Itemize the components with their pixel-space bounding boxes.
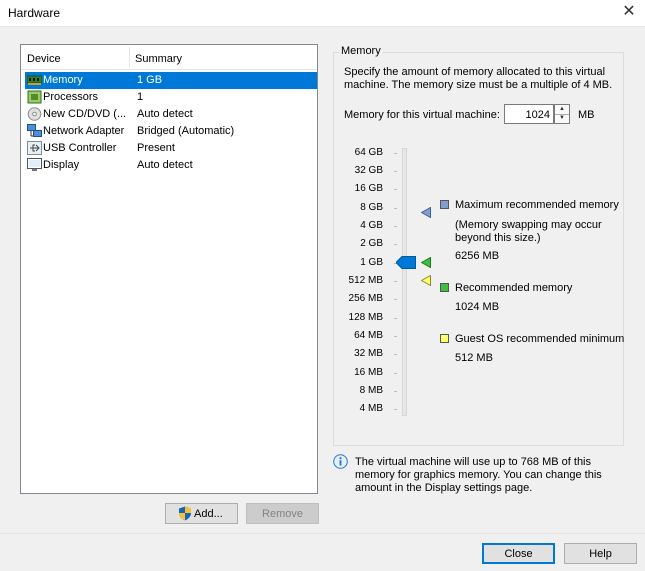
- device-summary: 1: [137, 91, 144, 103]
- device-summary: Present: [137, 142, 175, 154]
- info-icon: [333, 454, 348, 469]
- scale-label-16mb: 16 MB: [354, 367, 383, 378]
- help-button[interactable]: Help: [564, 543, 637, 564]
- recommended-value: 1024 MB: [455, 301, 500, 313]
- max-recommended-note: (Memory swapping may occur beyond this s…: [455, 219, 602, 244]
- scale-label-128mb: 128 MB: [348, 312, 383, 323]
- device-name: Display: [43, 159, 80, 171]
- scale-tick: [394, 391, 397, 392]
- device-row-cd-dvd[interactable]: New CD/DVD (... Auto detect: [25, 106, 317, 123]
- scale-label-64mb: 64 MB: [354, 330, 383, 341]
- scale-tick: [394, 299, 397, 300]
- scale-label-4gb: 4 GB: [360, 220, 383, 231]
- recommended-marker-icon: [421, 257, 431, 268]
- device-list: Device Summary Memory 1 GB Processors 1 …: [20, 44, 318, 494]
- guest-min-value: 512 MB: [455, 352, 493, 364]
- window-title: Hardware: [8, 6, 61, 20]
- device-row-memory[interactable]: Memory 1 GB: [25, 72, 317, 89]
- guest-min-marker-icon: [421, 275, 431, 286]
- memory-slider-track[interactable]: [402, 148, 407, 416]
- display-icon: [27, 158, 42, 171]
- remove-device-button[interactable]: Remove: [246, 503, 319, 524]
- scale-tick: [394, 189, 397, 190]
- close-button[interactable]: Close: [482, 543, 555, 564]
- device-row-network-adapter[interactable]: Network Adapter Bridged (Automatic): [25, 123, 317, 140]
- scale-tick: [394, 409, 397, 410]
- column-header-device[interactable]: Device: [27, 53, 61, 65]
- device-list-header: Device Summary: [21, 45, 317, 70]
- add-device-button[interactable]: Add...: [165, 503, 238, 524]
- uac-shield-icon: [179, 506, 191, 521]
- scale-tick: [394, 208, 397, 209]
- device-summary: Bridged (Automatic): [137, 125, 235, 137]
- scale-label-2gb: 2 GB: [360, 238, 383, 249]
- scale-tick: [394, 244, 397, 245]
- device-summary: Auto detect: [137, 159, 193, 171]
- scale-label-64gb: 64 GB: [354, 147, 383, 158]
- device-row-usb-controller[interactable]: USB Controller Present: [25, 140, 317, 157]
- scale-tick: [394, 281, 397, 282]
- column-separator[interactable]: [129, 47, 130, 67]
- scale-label-32gb: 32 GB: [354, 165, 383, 176]
- memory-slider-thumb[interactable]: [396, 256, 416, 269]
- scale-tick: [394, 373, 397, 374]
- scale-label-8mb: 8 MB: [359, 385, 383, 396]
- guest-min-swatch-icon: [440, 334, 449, 343]
- guest-min-label: Guest OS recommended minimum: [455, 333, 625, 345]
- spin-down-icon[interactable]: ▼: [555, 114, 569, 123]
- device-row-display[interactable]: Display Auto detect: [25, 157, 317, 174]
- scale-label-4mb: 4 MB: [359, 403, 383, 414]
- device-name: New CD/DVD (...: [43, 108, 127, 120]
- cd-dvd-icon: [27, 107, 42, 121]
- memory-icon: [27, 75, 42, 85]
- memory-field-label: Memory for this virtual machine:: [344, 109, 500, 121]
- network-adapter-icon: [27, 124, 42, 137]
- memory-group-label: Memory: [339, 45, 383, 57]
- graphics-memory-info: The virtual machine will use up to 768 M…: [355, 456, 602, 494]
- column-header-summary[interactable]: Summary: [135, 53, 182, 65]
- add-button-label: Add...: [194, 508, 223, 520]
- scale-label-1gb: 1 GB: [360, 257, 383, 268]
- max-recommended-marker-icon: [421, 207, 431, 218]
- recommended-label: Recommended memory: [455, 282, 573, 294]
- scale-label-16gb: 16 GB: [354, 183, 383, 194]
- max-recommended-swatch-icon: [440, 200, 449, 209]
- scale-label-512mb: 512 MB: [348, 275, 383, 286]
- scale-tick: [394, 318, 397, 319]
- scale-tick: [394, 153, 397, 154]
- footer-separator: [0, 533, 645, 534]
- device-name: USB Controller: [43, 142, 117, 154]
- usb-icon: [27, 141, 42, 155]
- device-summary: Auto detect: [137, 108, 193, 120]
- memory-value-input[interactable]: [504, 104, 554, 124]
- scale-tick: [394, 354, 397, 355]
- memory-unit-label: MB: [578, 109, 595, 121]
- device-name: Memory: [43, 74, 83, 86]
- device-name: Processors: [43, 91, 99, 103]
- device-name: Network Adapter: [43, 125, 125, 137]
- scale-tick: [394, 226, 397, 227]
- close-window-icon[interactable]: ✕: [620, 3, 638, 21]
- scale-label-8gb: 8 GB: [360, 202, 383, 213]
- scale-label-256mb: 256 MB: [348, 293, 383, 304]
- title-bar: Hardware ✕: [0, 0, 645, 27]
- recommended-swatch-icon: [440, 283, 449, 292]
- processor-icon: [27, 90, 42, 104]
- device-summary: 1 GB: [137, 74, 163, 86]
- scale-tick: [394, 171, 397, 172]
- memory-description: Specify the amount of memory allocated t…: [344, 66, 613, 91]
- max-recommended-value: 6256 MB: [455, 250, 500, 262]
- scale-tick: [394, 336, 397, 337]
- max-recommended-label: Maximum recommended memory: [455, 199, 619, 211]
- scale-label-32mb: 32 MB: [354, 348, 383, 359]
- device-row-processors[interactable]: Processors 1: [25, 89, 317, 106]
- memory-spinner[interactable]: ▲ ▼: [554, 104, 570, 124]
